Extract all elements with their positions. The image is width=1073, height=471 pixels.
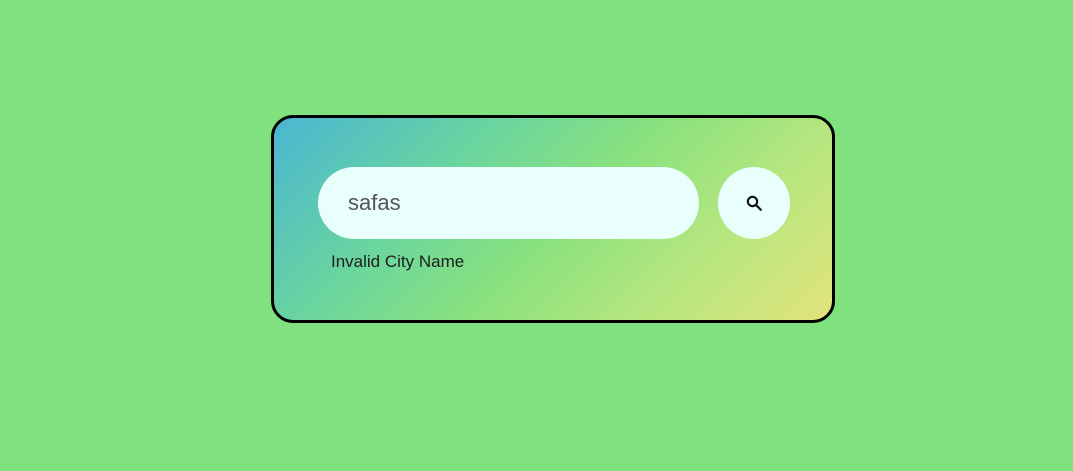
search-icon	[745, 194, 763, 212]
invalid-city-error-message: Invalid City Name	[331, 252, 465, 271]
city-search-input[interactable]	[318, 167, 699, 239]
weather-search-card: Invalid City Name	[271, 115, 835, 323]
search-button[interactable]	[718, 167, 790, 239]
